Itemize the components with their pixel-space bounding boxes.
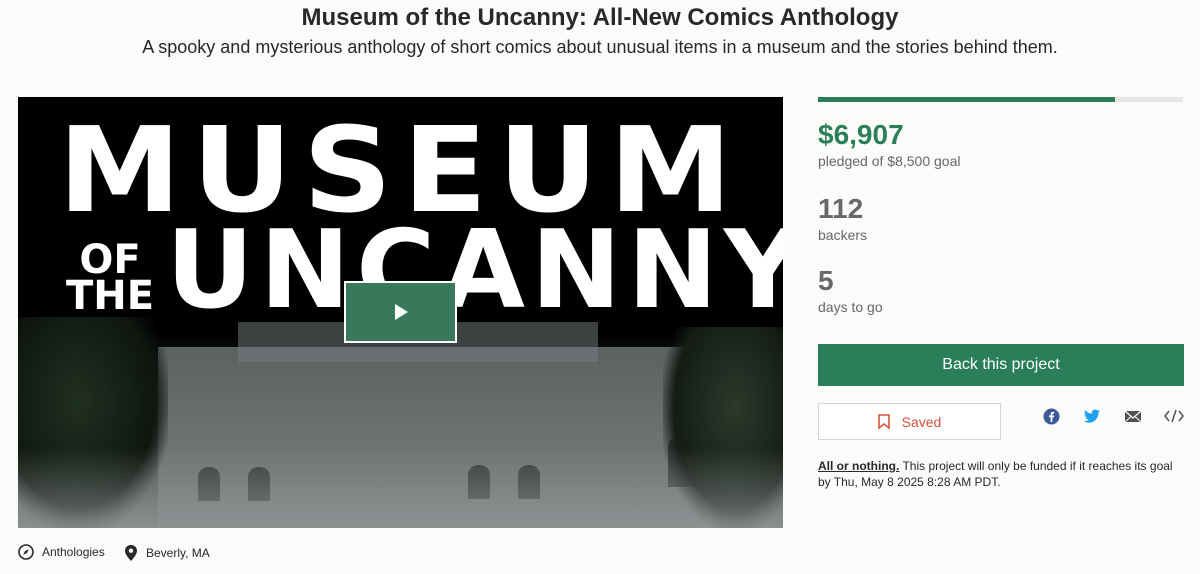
- project-title: Museum of the Uncanny: All-New Comics An…: [301, 4, 899, 31]
- all-or-nothing-link[interactable]: All or nothing.: [818, 459, 899, 473]
- logo-uncanny: UNCANNY: [166, 208, 783, 333]
- play-icon: [394, 304, 408, 320]
- pledged-goal-label: pledged of $8,500 goal: [818, 153, 961, 169]
- days-count: 5: [818, 265, 834, 296]
- logo-of-the: OF THE: [66, 240, 155, 319]
- saved-label: Saved: [901, 413, 942, 430]
- logo-the: THE: [66, 273, 155, 319]
- backers-label: backers: [818, 227, 868, 243]
- funding-note: All or nothing. This project will only b…: [818, 458, 1183, 490]
- funding-progress-fill: [818, 97, 1115, 102]
- days-label: days to go: [818, 299, 883, 315]
- embed-icon[interactable]: [1163, 405, 1185, 427]
- saved-button[interactable]: Saved: [818, 403, 1001, 440]
- play-button[interactable]: [344, 281, 457, 343]
- bookmark-icon: [877, 414, 890, 429]
- location-link[interactable]: Beverly, MA: [124, 544, 210, 562]
- location-label: Beverly, MA: [146, 546, 210, 560]
- map-pin-icon: [125, 545, 137, 561]
- twitter-icon[interactable]: [1081, 405, 1103, 427]
- email-icon[interactable]: [1122, 405, 1144, 427]
- pledged-amount: $6,907: [818, 119, 904, 150]
- category-label: Anthologies: [42, 545, 105, 559]
- facebook-icon[interactable]: [1040, 405, 1062, 427]
- compass-icon: [18, 544, 34, 560]
- project-subtitle: A spooky and mysterious anthology of sho…: [142, 37, 1058, 57]
- fog: [18, 448, 783, 528]
- back-project-button[interactable]: Back this project: [818, 344, 1184, 386]
- backers-count: 112: [818, 193, 864, 224]
- funding-progress-bar: [818, 97, 1183, 102]
- category-link[interactable]: Anthologies: [18, 544, 105, 560]
